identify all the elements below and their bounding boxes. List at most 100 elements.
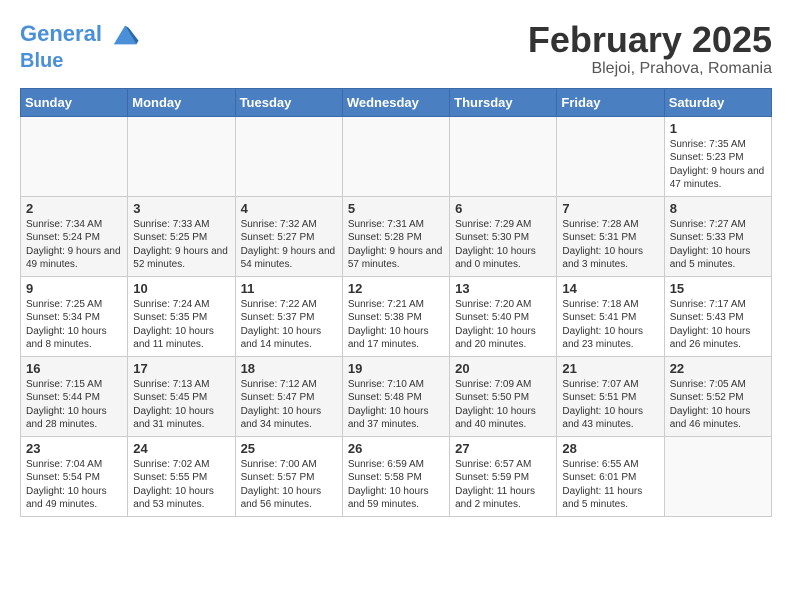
day-info: Sunrise: 7:07 AM Sunset: 5:51 PM Dayligh… (562, 378, 658, 432)
day-number: 12 (348, 281, 444, 296)
day-number: 19 (348, 361, 444, 376)
day-info: Sunrise: 7:24 AM Sunset: 5:35 PM Dayligh… (133, 298, 229, 352)
logo-blue: Blue (20, 50, 140, 72)
day-number: 28 (562, 441, 658, 456)
calendar-cell: 26 Sunrise: 6:59 AM Sunset: 5:58 PM Dayli… (342, 436, 449, 516)
day-number: 16 (26, 361, 122, 376)
calendar-cell: 4 Sunrise: 7:32 AM Sunset: 5:27 PM Daylig… (235, 196, 342, 276)
calendar-cell: 3 Sunrise: 7:33 AM Sunset: 5:25 PM Daylig… (128, 196, 235, 276)
weekday-header-row: SundayMondayTuesdayWednesdayThursdayFrid… (21, 88, 772, 116)
day-info: Sunrise: 7:31 AM Sunset: 5:28 PM Dayligh… (348, 218, 444, 272)
calendar-cell: 22 Sunrise: 7:05 AM Sunset: 5:52 PM Dayli… (664, 356, 771, 436)
calendar-cell: 17 Sunrise: 7:13 AM Sunset: 5:45 PM Dayli… (128, 356, 235, 436)
weekday-header: Sunday (21, 88, 128, 116)
weekday-header: Thursday (450, 88, 557, 116)
day-info: Sunrise: 7:13 AM Sunset: 5:45 PM Dayligh… (133, 378, 229, 432)
day-number: 13 (455, 281, 551, 296)
calendar-cell (342, 116, 449, 196)
day-number: 3 (133, 201, 229, 216)
calendar-cell: 1 Sunrise: 7:35 AM Sunset: 5:23 PM Daylig… (664, 116, 771, 196)
calendar-week-row: 1 Sunrise: 7:35 AM Sunset: 5:23 PM Daylig… (21, 116, 772, 196)
logo: General Blue (20, 20, 140, 72)
day-info: Sunrise: 7:15 AM Sunset: 5:44 PM Dayligh… (26, 378, 122, 432)
day-number: 8 (670, 201, 766, 216)
calendar-cell: 8 Sunrise: 7:27 AM Sunset: 5:33 PM Daylig… (664, 196, 771, 276)
day-info: Sunrise: 7:09 AM Sunset: 5:50 PM Dayligh… (455, 378, 551, 432)
calendar-cell: 18 Sunrise: 7:12 AM Sunset: 5:47 PM Dayli… (235, 356, 342, 436)
day-info: Sunrise: 7:32 AM Sunset: 5:27 PM Dayligh… (241, 218, 337, 272)
calendar-cell: 25 Sunrise: 7:00 AM Sunset: 5:57 PM Dayli… (235, 436, 342, 516)
day-number: 20 (455, 361, 551, 376)
calendar-cell: 14Sunrise: 7:18 AM Sunset: 5:41 PM Dayli… (557, 276, 664, 356)
calendar-cell: 9 Sunrise: 7:25 AM Sunset: 5:34 PM Daylig… (21, 276, 128, 356)
day-number: 11 (241, 281, 337, 296)
day-number: 1 (670, 121, 766, 136)
day-number: 23 (26, 441, 122, 456)
day-info: Sunrise: 7:27 AM Sunset: 5:33 PM Dayligh… (670, 218, 766, 272)
day-info: Sunrise: 7:25 AM Sunset: 5:34 PM Dayligh… (26, 298, 122, 352)
page-header: General Blue February 2025 Blejoi, Praho… (20, 20, 772, 78)
day-info: Sunrise: 6:59 AM Sunset: 5:58 PM Dayligh… (348, 458, 444, 512)
day-number: 15 (670, 281, 766, 296)
calendar-cell: 6 Sunrise: 7:29 AM Sunset: 5:30 PM Daylig… (450, 196, 557, 276)
day-info: Sunrise: 7:21 AM Sunset: 5:38 PM Dayligh… (348, 298, 444, 352)
logo-icon (110, 20, 140, 50)
calendar-cell: 5Sunrise: 7:31 AM Sunset: 5:28 PM Daylig… (342, 196, 449, 276)
day-number: 22 (670, 361, 766, 376)
calendar-cell (128, 116, 235, 196)
calendar-cell (664, 436, 771, 516)
day-number: 26 (348, 441, 444, 456)
day-info: Sunrise: 6:57 AM Sunset: 5:59 PM Dayligh… (455, 458, 551, 512)
calendar-cell (557, 116, 664, 196)
calendar-cell: 16 Sunrise: 7:15 AM Sunset: 5:44 PM Dayli… (21, 356, 128, 436)
calendar-week-row: 23 Sunrise: 7:04 AM Sunset: 5:54 PM Dayli… (21, 436, 772, 516)
day-info: Sunrise: 7:29 AM Sunset: 5:30 PM Dayligh… (455, 218, 551, 272)
logo-text: General (20, 20, 140, 50)
day-number: 6 (455, 201, 551, 216)
calendar-cell: 7Sunrise: 7:28 AM Sunset: 5:31 PM Daylig… (557, 196, 664, 276)
day-info: Sunrise: 7:22 AM Sunset: 5:37 PM Dayligh… (241, 298, 337, 352)
day-info: Sunrise: 7:33 AM Sunset: 5:25 PM Dayligh… (133, 218, 229, 272)
day-info: Sunrise: 7:10 AM Sunset: 5:48 PM Dayligh… (348, 378, 444, 432)
calendar-cell: 12 Sunrise: 7:21 AM Sunset: 5:38 PM Dayli… (342, 276, 449, 356)
calendar-week-row: 9 Sunrise: 7:25 AM Sunset: 5:34 PM Daylig… (21, 276, 772, 356)
calendar-week-row: 16 Sunrise: 7:15 AM Sunset: 5:44 PM Dayli… (21, 356, 772, 436)
calendar-cell (450, 116, 557, 196)
calendar-cell: 21 Sunrise: 7:07 AM Sunset: 5:51 PM Dayli… (557, 356, 664, 436)
day-number: 17 (133, 361, 229, 376)
day-info: Sunrise: 7:35 AM Sunset: 5:23 PM Dayligh… (670, 138, 766, 192)
weekday-header: Saturday (664, 88, 771, 116)
day-info: Sunrise: 7:00 AM Sunset: 5:57 PM Dayligh… (241, 458, 337, 512)
day-info: Sunrise: 7:04 AM Sunset: 5:54 PM Dayligh… (26, 458, 122, 512)
weekday-header: Monday (128, 88, 235, 116)
day-info: Sunrise: 7:20 AM Sunset: 5:40 PM Dayligh… (455, 298, 551, 352)
day-number: 9 (26, 281, 122, 296)
calendar-cell: 27 Sunrise: 6:57 AM Sunset: 5:59 PM Dayli… (450, 436, 557, 516)
calendar-cell: 24Sunrise: 7:02 AM Sunset: 5:55 PM Dayli… (128, 436, 235, 516)
calendar-cell: 23 Sunrise: 7:04 AM Sunset: 5:54 PM Dayli… (21, 436, 128, 516)
calendar-cell: 10Sunrise: 7:24 AM Sunset: 5:35 PM Dayli… (128, 276, 235, 356)
day-info: Sunrise: 7:17 AM Sunset: 5:43 PM Dayligh… (670, 298, 766, 352)
day-info: Sunrise: 6:55 AM Sunset: 6:01 PM Dayligh… (562, 458, 658, 512)
calendar-cell (235, 116, 342, 196)
weekday-header: Wednesday (342, 88, 449, 116)
day-info: Sunrise: 7:18 AM Sunset: 5:41 PM Dayligh… (562, 298, 658, 352)
calendar-cell: 19 Sunrise: 7:10 AM Sunset: 5:48 PM Dayli… (342, 356, 449, 436)
day-info: Sunrise: 7:05 AM Sunset: 5:52 PM Dayligh… (670, 378, 766, 432)
day-number: 2 (26, 201, 122, 216)
day-number: 25 (241, 441, 337, 456)
day-info: Sunrise: 7:12 AM Sunset: 5:47 PM Dayligh… (241, 378, 337, 432)
day-number: 4 (241, 201, 337, 216)
weekday-header: Friday (557, 88, 664, 116)
calendar-cell: 20 Sunrise: 7:09 AM Sunset: 5:50 PM Dayli… (450, 356, 557, 436)
calendar-cell: 28 Sunrise: 6:55 AM Sunset: 6:01 PM Dayli… (557, 436, 664, 516)
day-number: 24 (133, 441, 229, 456)
calendar-cell: 13 Sunrise: 7:20 AM Sunset: 5:40 PM Dayli… (450, 276, 557, 356)
calendar-cell: 11 Sunrise: 7:22 AM Sunset: 5:37 PM Dayli… (235, 276, 342, 356)
calendar-cell: 15 Sunrise: 7:17 AM Sunset: 5:43 PM Dayli… (664, 276, 771, 356)
day-number: 18 (241, 361, 337, 376)
day-number: 27 (455, 441, 551, 456)
month-title: February 2025 (528, 20, 772, 60)
day-number: 7 (562, 201, 658, 216)
day-number: 21 (562, 361, 658, 376)
